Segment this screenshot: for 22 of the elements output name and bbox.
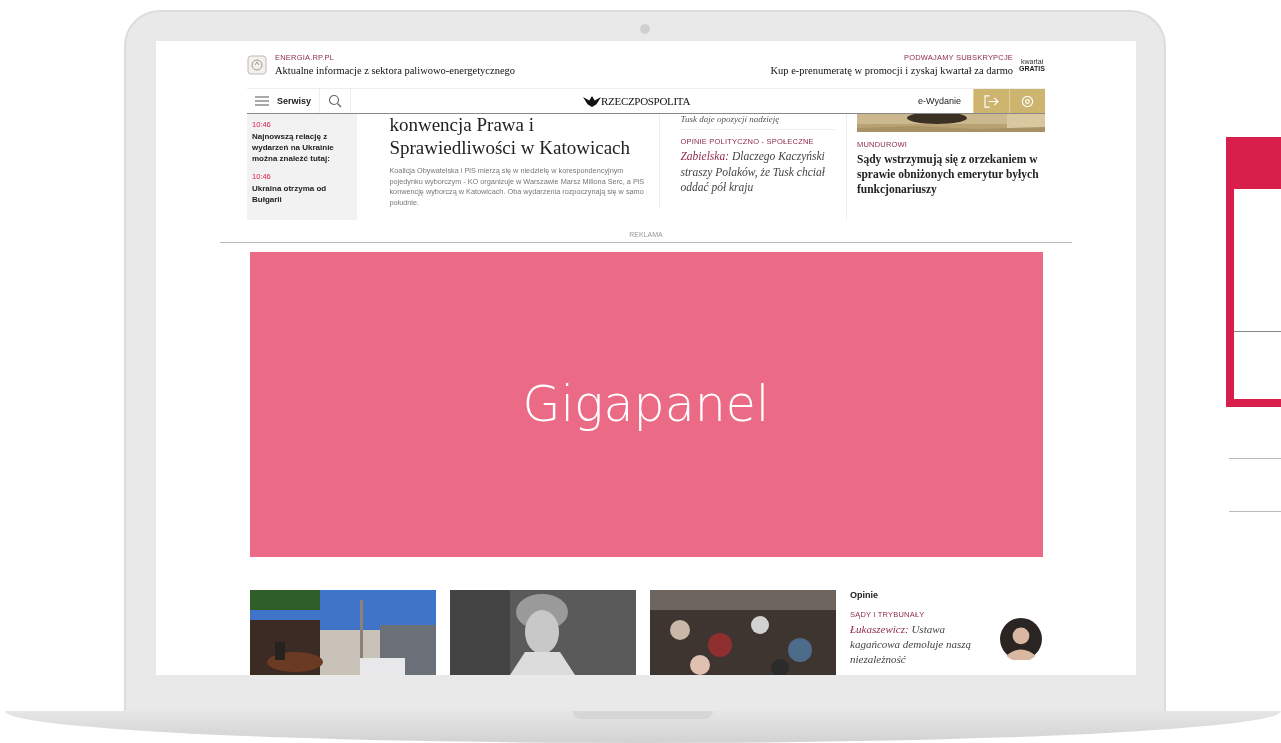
site-logo[interactable]: RZECZPOSPOLITA <box>601 95 691 107</box>
headline[interactable]: Sądy wstrzymują się z orzekaniem w sprawie obniżonych emerytur byłych funkcjonariuszy <box>857 152 1045 197</box>
live-entry[interactable]: Ukraina otrzyma od Bułgarii <box>252 184 353 206</box>
promo-link[interactable]: Aktualne informacje z sektora paliwowo-energetycznego <box>275 65 516 76</box>
headline[interactable]: Zabielska: Dlaczego Kaczyński straszy Polaków, że Tusk chciał oddać pół kraju <box>680 149 836 196</box>
logout-icon <box>984 94 999 108</box>
login-button[interactable] <box>973 89 1009 113</box>
settings-button[interactable] <box>1009 89 1045 113</box>
camera-dot <box>640 24 650 34</box>
e-edition-link[interactable]: e-Wydanie <box>918 96 961 106</box>
promo-link[interactable]: Kup e-prenumeratę w promocji i zyskaj kwartał za darmo <box>770 65 1014 76</box>
avatar <box>1000 618 1042 660</box>
headline[interactable]: Łukaszewicz: Ustawa kagańcowa demoluje naszą niezależność <box>850 622 994 667</box>
eagle-icon <box>583 95 601 107</box>
menu-icon[interactable] <box>255 96 269 106</box>
live-entry[interactable]: Najnowszą relację z wydarzeń na Ukrainie można znaleźć tutaj: <box>252 132 353 165</box>
menu-button[interactable]: Serwisy <box>277 96 312 106</box>
headline[interactable]: Tusk daje opozycji nadzieję <box>680 114 836 130</box>
headline[interactable]: konwencja Prawa i Sprawiedliwości w Katowicach <box>389 114 646 160</box>
search-icon[interactable] <box>328 94 343 108</box>
section-heading: Opinie <box>850 590 879 600</box>
settings-icon <box>1021 94 1034 108</box>
